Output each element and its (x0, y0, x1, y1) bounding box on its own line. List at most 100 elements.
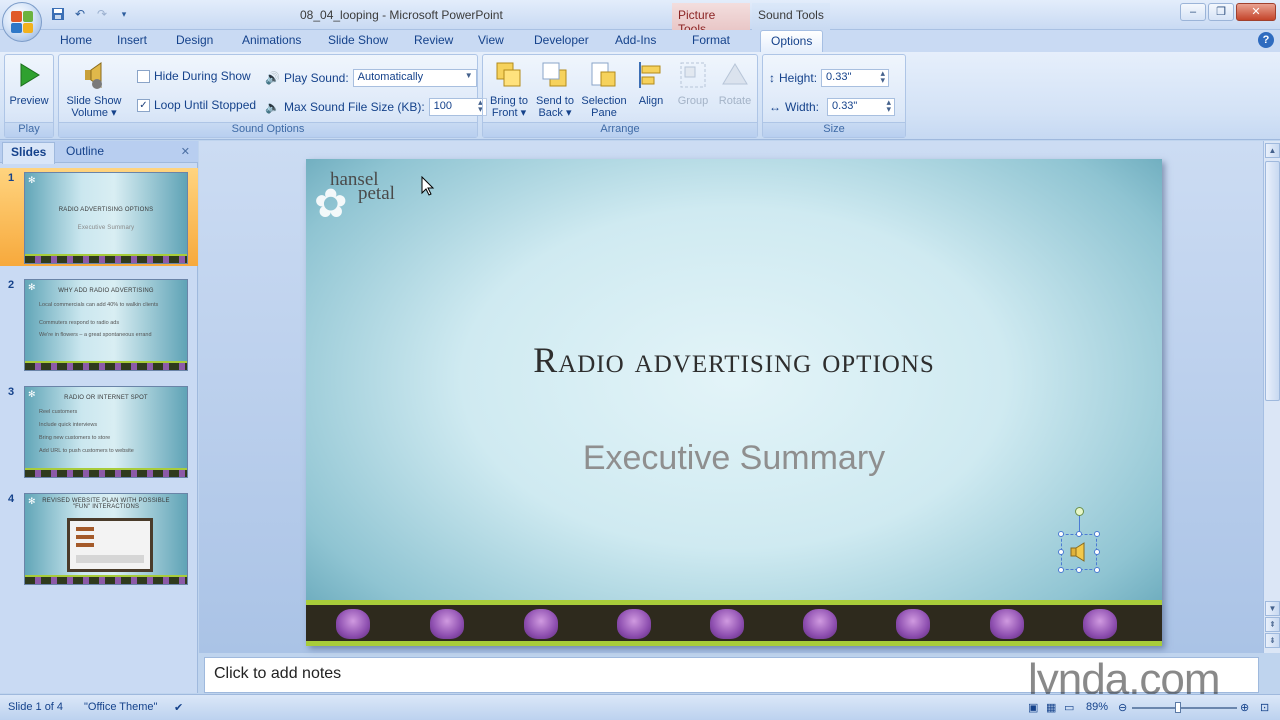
spinner-icon[interactable]: ▴ ▾ (881, 69, 886, 85)
previous-slide-icon[interactable]: ⇞ (1265, 617, 1280, 632)
sound-tools-context: Sound Tools (752, 3, 830, 30)
hide-during-show-checkbox[interactable] (137, 69, 150, 83)
fit-to-window-icon[interactable]: ⊡ (1260, 701, 1269, 714)
next-slide-icon[interactable]: ⇟ (1265, 633, 1280, 648)
quick-access-toolbar: ↶ ↷ ▾ (50, 6, 132, 22)
group-button[interactable]: Group (673, 59, 713, 107)
tab-view[interactable]: View (478, 33, 504, 47)
loop-until-stopped-option[interactable]: ✓ Loop Until Stopped (137, 98, 256, 112)
rotation-handle[interactable] (1075, 507, 1084, 516)
thumbnail-band (25, 361, 187, 370)
tab-options[interactable]: Options (760, 30, 824, 53)
tab-developer[interactable]: Developer (534, 33, 589, 47)
slide-number: 2 (8, 279, 15, 291)
play-sound-value: Automatically (357, 71, 424, 83)
bring-to-front-icon (493, 59, 525, 91)
thumbnail-bullet: Bring new customers to store (39, 435, 111, 441)
undo-icon[interactable]: ↶ (72, 6, 88, 22)
align-button[interactable]: Align (631, 59, 671, 107)
play-sound-dropdown[interactable]: Automatically ▼ (352, 69, 477, 87)
thumbnail-title: Radio advertising options (58, 207, 154, 213)
slide-number: 1 (8, 172, 15, 184)
office-button[interactable] (2, 2, 42, 42)
tab-animations[interactable]: Animations (242, 33, 301, 47)
resize-handle[interactable] (1058, 549, 1064, 555)
loop-until-stopped-checkbox[interactable]: ✓ (137, 98, 150, 112)
hide-during-show-label: Hide During Show (154, 69, 251, 83)
max-sound-size-input[interactable]: 100 ▴ ▾ (428, 98, 487, 116)
hide-during-show-option[interactable]: Hide During Show (137, 69, 251, 83)
zoom-slider-knob[interactable] (1175, 702, 1181, 713)
scroll-thumb[interactable] (1265, 161, 1280, 401)
resize-handle[interactable] (1058, 567, 1064, 573)
tab-review[interactable]: Review (414, 33, 453, 47)
close-icon[interactable]: ✕ (1236, 3, 1276, 21)
spinner-icon[interactable]: ▴ ▾ (886, 98, 891, 114)
tab-outline[interactable]: Outline (66, 144, 104, 158)
scroll-up-icon[interactable]: ▲ (1265, 143, 1280, 158)
thumbnail-image: ✻ Why Add Radio Advertising Local commer… (24, 279, 188, 371)
slide-thumbnail-4[interactable]: 4 ✻ Revised website plan with possible "… (0, 489, 198, 587)
rotate-icon (719, 59, 751, 91)
help-icon[interactable]: ? (1258, 32, 1274, 48)
preview-button[interactable]: Preview (9, 59, 49, 107)
resize-handle[interactable] (1076, 531, 1082, 537)
website-screenshot-image (67, 518, 153, 572)
scroll-down-icon[interactable]: ▼ (1265, 601, 1280, 616)
slide-canvas[interactable]: ✿ hansel petal Radio advertising options… (306, 159, 1162, 646)
zoom-in-icon[interactable]: ⊕ (1240, 701, 1249, 714)
tab-add-ins[interactable]: Add-Ins (615, 33, 656, 47)
tab-insert[interactable]: Insert (117, 33, 147, 47)
send-to-back-icon (539, 59, 571, 91)
slide-thumbnail-3[interactable]: 3 ✻ Radio or Internet spot Reel customer… (0, 382, 198, 480)
resize-handle[interactable] (1094, 531, 1100, 537)
vertical-scrollbar[interactable]: ▲ ▼ ⇞ ⇟ (1263, 141, 1280, 653)
brand-logo: hansel petal (330, 170, 395, 203)
customize-icon[interactable]: ▾ (116, 6, 132, 22)
speaker-volume-icon (78, 59, 110, 91)
resize-handle[interactable] (1058, 531, 1064, 537)
slide-thumbnail-2[interactable]: 2 ✻ Why Add Radio Advertising Local comm… (0, 275, 198, 373)
send-to-back-label: Send to Back ▾ (536, 95, 574, 119)
spell-check-icon[interactable]: ✔ (174, 701, 183, 714)
maximize-icon[interactable]: ❐ (1208, 3, 1234, 21)
bring-to-front-button[interactable]: Bring to Front ▾ (487, 59, 531, 119)
align-icon (635, 59, 667, 91)
normal-view-icon[interactable]: ▣ (1028, 701, 1038, 714)
redo-icon[interactable]: ↷ (94, 6, 110, 22)
slide-sorter-view-icon[interactable]: ▦ (1046, 701, 1056, 714)
tab-design[interactable]: Design (176, 33, 213, 47)
height-input[interactable]: 0.33" ▴ ▾ (821, 69, 890, 87)
resize-handle[interactable] (1076, 567, 1082, 573)
close-icon[interactable]: ✕ (181, 145, 190, 158)
rotate-button[interactable]: Rotate (715, 59, 755, 107)
tab-slides[interactable]: Slides (2, 142, 56, 164)
office-logo-icon (11, 11, 33, 33)
slide-thumbnail-1[interactable]: 1 ✻ Radio advertising options Executive … (0, 168, 198, 266)
zoom-level-text[interactable]: 89% (1086, 701, 1108, 713)
slideshow-view-icon[interactable]: ▭ (1064, 701, 1074, 714)
resize-handle[interactable] (1094, 567, 1100, 573)
resize-handle[interactable] (1094, 549, 1100, 555)
slide-title[interactable]: Radio advertising options (306, 339, 1162, 381)
slide-bottom-band (306, 600, 1162, 646)
sound-file-icon: 🔈 (265, 100, 280, 114)
width-input[interactable]: 0.33" ▴ ▾ (827, 98, 896, 116)
zoom-out-icon[interactable]: ⊖ (1118, 701, 1127, 714)
tab-slide-show[interactable]: Slide Show (328, 33, 388, 47)
save-icon[interactable] (50, 6, 66, 22)
minimize-icon[interactable]: – (1180, 3, 1206, 21)
slide-show-volume-button[interactable]: Slide Show Volume ▾ (61, 59, 127, 119)
group-label-play: Play (5, 122, 53, 137)
tab-home[interactable]: Home (60, 33, 92, 47)
tab-format[interactable]: Format (692, 33, 730, 47)
selection-pane-button[interactable]: Selection Pane (579, 59, 629, 119)
send-to-back-button[interactable]: Send to Back ▾ (533, 59, 577, 119)
group-label: Group (677, 95, 709, 107)
loop-until-stopped-label: Loop Until Stopped (154, 98, 257, 112)
slide-subtitle[interactable]: Executive Summary (306, 439, 1162, 478)
thumbnail-image: ✻ Revised website plan with possible "fu… (24, 493, 188, 585)
sound-object-icon[interactable] (1061, 534, 1097, 570)
thumbnail-bullet: Add URL to push customers to website (39, 448, 134, 454)
zoom-slider[interactable] (1132, 707, 1237, 709)
